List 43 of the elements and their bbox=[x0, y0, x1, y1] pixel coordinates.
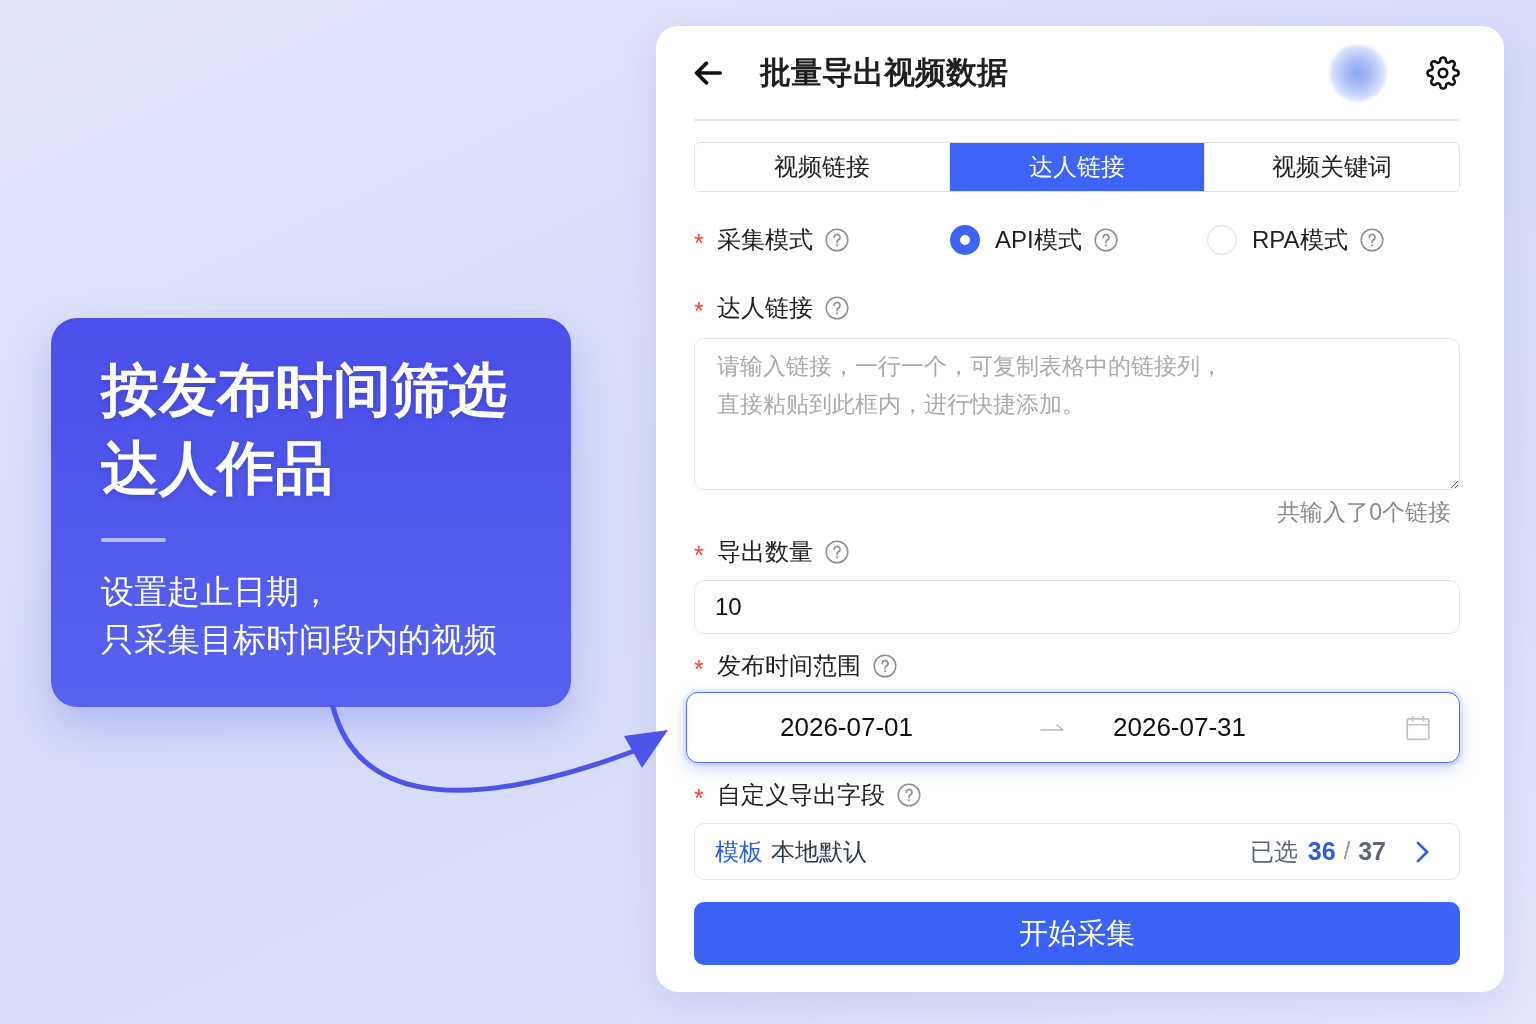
radio-option-label: RPA模式 bbox=[1252, 225, 1348, 255]
count-input[interactable]: 10 bbox=[694, 580, 1460, 634]
field-label: 发布时间范围 bbox=[717, 651, 861, 681]
template-label: 模板 bbox=[715, 837, 763, 867]
selected-count: 36 bbox=[1307, 837, 1336, 866]
start-date: 2026-07-01 bbox=[780, 712, 914, 743]
help-icon bbox=[873, 654, 897, 678]
back-arrow-icon[interactable] bbox=[694, 60, 722, 85]
field-template-picker[interactable]: 模板 本地默认 已选 36 / 37 bbox=[694, 823, 1460, 880]
callout-title: 按发布时间筛选 达人作品 bbox=[101, 356, 508, 502]
date-range-field[interactable]: 2026-07-01 2026-07-31 bbox=[686, 692, 1460, 763]
required-mark: * bbox=[694, 296, 705, 324]
help-icon bbox=[825, 228, 849, 252]
field-label: 采集模式 bbox=[717, 225, 813, 255]
start-button[interactable]: 开始采集 bbox=[694, 902, 1460, 965]
radio-button[interactable] bbox=[950, 225, 980, 255]
callout-description: 设置起止日期， 只采集目标时间段内的视频 bbox=[101, 572, 498, 660]
required-mark: * bbox=[694, 540, 705, 568]
chevron-right-icon bbox=[1416, 840, 1429, 863]
field-label: 达人链接 bbox=[717, 293, 813, 323]
dialog-title: 批量导出视频数据 bbox=[760, 53, 1008, 92]
template-name: 本地默认 bbox=[771, 837, 867, 867]
help-icon bbox=[897, 783, 921, 807]
link-count: 共输入了0个链接 bbox=[1277, 498, 1451, 526]
tab[interactable]: 达人链接 bbox=[949, 143, 1204, 191]
total-count: 37 bbox=[1358, 837, 1386, 866]
tab[interactable]: 视频关键词 bbox=[1204, 143, 1459, 191]
radio-option-label: API模式 bbox=[995, 225, 1082, 255]
help-icon bbox=[1359, 228, 1384, 252]
field-label: 导出数量 bbox=[717, 537, 813, 567]
help-icon bbox=[1093, 228, 1118, 252]
selected-label: 已选 bbox=[1249, 837, 1298, 867]
help-icon bbox=[825, 540, 849, 564]
help-icon bbox=[825, 296, 849, 320]
links-textarea[interactable]: 请输入链接，一行一个，可复制表格中的链接列，直接粘贴到此框内，进行快捷添加。 bbox=[694, 338, 1460, 490]
settings-icon[interactable] bbox=[1426, 55, 1460, 90]
field-label: 自定义导出字段 bbox=[717, 780, 885, 810]
end-date: 2026-07-31 bbox=[1113, 712, 1247, 743]
required-mark: * bbox=[694, 654, 705, 682]
required-mark: * bbox=[694, 783, 705, 811]
count-separator: / bbox=[1343, 838, 1351, 865]
radio-button[interactable] bbox=[1207, 225, 1237, 255]
required-mark: * bbox=[694, 228, 705, 256]
